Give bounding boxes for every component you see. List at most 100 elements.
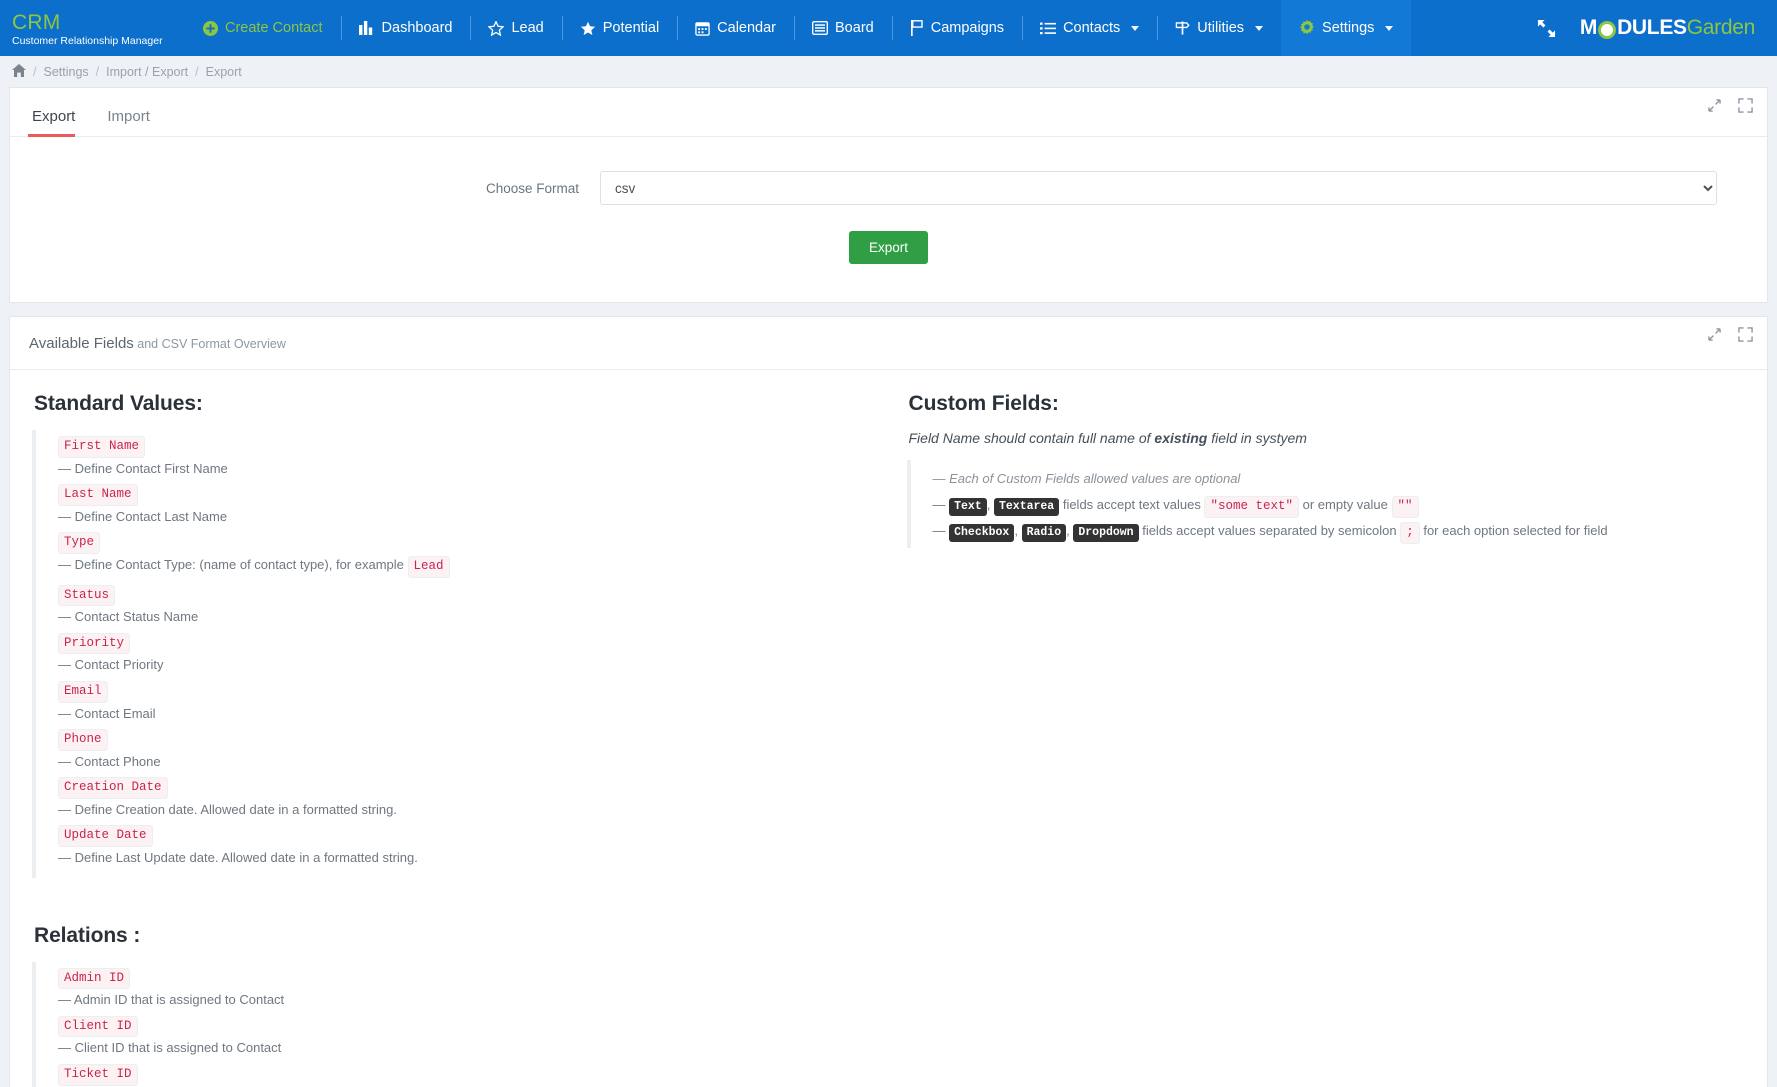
field-desc: — Define Creation date. Allowed date in … [58, 801, 889, 819]
field-desc: — Define Contact Type: (name of contact … [58, 556, 889, 578]
available-fields-panel: Available Fields and CSV Format Overview… [9, 316, 1768, 1087]
field-tag: Type [58, 532, 100, 554]
collapse-icon[interactable] [1708, 328, 1721, 341]
nav-item-campaigns[interactable]: Campaigns [892, 0, 1022, 56]
nav-item-lead[interactable]: Lead [470, 0, 561, 56]
list-item: Type — Define Contact Type: (name of con… [58, 532, 889, 577]
list-item: Update Date — Define Last Update date. A… [58, 825, 889, 866]
nav-label: Create Contact [225, 20, 323, 36]
nav-item-contacts[interactable]: Contacts [1022, 0, 1157, 56]
flag-icon [910, 20, 924, 36]
collapse-icon[interactable] [1708, 99, 1721, 112]
format-select[interactable]: csv [600, 171, 1717, 205]
logo-dules: DULES [1617, 16, 1687, 40]
field-desc: — Client ID that is assigned to Contact [58, 1039, 889, 1057]
export-form: Choose Format csv Export [10, 137, 1767, 302]
field-tag: Admin ID [58, 968, 130, 990]
type-badge-radio: Radio [1022, 524, 1067, 542]
chevron-down-icon [1385, 26, 1393, 31]
field-tag: Phone [58, 729, 108, 751]
field-tag: Last Name [58, 484, 138, 506]
breadcrumb-item-export[interactable]: Export [206, 65, 242, 79]
brand[interactable]: CRM Customer Relationship Manager [0, 0, 185, 56]
list-item: Creation Date — Define Creation date. Al… [58, 777, 889, 818]
home-icon[interactable] [12, 64, 26, 79]
list-icon [1040, 22, 1056, 35]
list-item: Priority — Contact Priority [58, 633, 889, 674]
list-item: Email — Contact Email [58, 681, 889, 722]
nav-item-utilities[interactable]: Utilities [1157, 0, 1281, 56]
nav-label: Campaigns [931, 20, 1004, 36]
fields-panel-header: Available Fields and CSV Format Overview [10, 317, 1767, 370]
type-badge-text: Text [949, 498, 987, 516]
nav-item-create-contact[interactable]: Create Contact [185, 0, 341, 56]
nav-label: Settings [1322, 20, 1374, 36]
rule-line-text: — Text, Textarea fields accept text valu… [933, 492, 1746, 518]
fullscreen-icon[interactable] [1738, 98, 1753, 113]
custom-fields-note: Field Name should contain full name of e… [909, 430, 1746, 446]
field-tag: First Name [58, 436, 145, 458]
field-desc: — Contact Phone [58, 753, 889, 771]
logo-m: M [1580, 16, 1597, 40]
chevron-down-icon [1131, 26, 1139, 31]
relations-heading: Relations : [34, 924, 889, 948]
custom-fields-column: Custom Fields: Field Name should contain… [889, 392, 1746, 1087]
signpost-icon [1175, 20, 1190, 36]
expand-arrows-icon[interactable] [1537, 19, 1556, 38]
nav-label: Potential [603, 20, 659, 36]
tab-export[interactable]: Export [28, 104, 87, 136]
breadcrumb-sep: / [33, 65, 36, 79]
nav-item-calendar[interactable]: Calendar [677, 0, 794, 56]
nav-item-settings[interactable]: Settings [1281, 0, 1411, 56]
breadcrumb-item-import-export[interactable]: Import / Export [106, 65, 188, 79]
type-badge-textarea: Textarea [994, 498, 1059, 516]
fields-panel-tools [1708, 327, 1753, 342]
star-filled-icon [580, 21, 596, 36]
example-semicolon: ; [1400, 522, 1420, 544]
list-item: Phone — Contact Phone [58, 729, 889, 770]
rule-line-optional: — Each of Custom Fields allowed values a… [933, 466, 1746, 492]
relations-list: Admin ID — Admin ID that is assigned to … [32, 962, 889, 1087]
dash: — [933, 497, 946, 512]
nav-item-potential[interactable]: Potential [562, 0, 677, 56]
nav-item-board[interactable]: Board [794, 0, 892, 56]
tab-import[interactable]: Import [103, 104, 162, 136]
comma: , [1014, 523, 1018, 538]
list-item: Status — Contact Status Name [58, 585, 889, 626]
modulesgarden-logo[interactable]: MDULESGarden [1580, 16, 1761, 40]
field-desc: — Admin ID that is assigned to Contact [58, 991, 889, 1009]
nav-label: Calendar [717, 20, 776, 36]
list-item: Ticket ID — Ticket ID that is assigned t… [58, 1064, 889, 1087]
chart-bar-icon [359, 21, 375, 35]
custom-fields-heading: Custom Fields: [909, 392, 1746, 416]
field-tag: Client ID [58, 1016, 138, 1038]
fullscreen-icon[interactable] [1738, 327, 1753, 342]
standard-values-column: Standard Values: First Name — Define Con… [32, 392, 889, 1087]
list-item: First Name — Define Contact First Name [58, 436, 889, 477]
field-desc-text: — Define Contact Type: (name of contact … [58, 557, 404, 572]
format-row: Choose Format csv [10, 171, 1767, 205]
field-tag: Priority [58, 633, 130, 655]
field-tag: Creation Date [58, 777, 168, 799]
brand-title: CRM [12, 12, 171, 34]
export-button[interactable]: Export [849, 231, 928, 264]
list-item: Last Name — Define Contact Last Name [58, 484, 889, 525]
comma: , [987, 497, 991, 512]
choose-format-label: Choose Format [10, 181, 600, 196]
nav-item-dashboard[interactable]: Dashboard [341, 0, 471, 56]
export-button-row: Export [10, 231, 1767, 264]
note-before: Field Name should contain full name of [909, 430, 1155, 446]
standard-values-heading: Standard Values: [34, 392, 889, 416]
list-item: Client ID — Client ID that is assigned t… [58, 1016, 889, 1057]
gear-icon [1299, 20, 1315, 36]
dash: — [933, 523, 946, 538]
export-panel-tools [1708, 98, 1753, 113]
field-tag: Ticket ID [58, 1064, 138, 1086]
navbar-right: MDULESGarden [1537, 0, 1777, 56]
tab-label: Import [107, 108, 150, 125]
plus-circle-icon [203, 21, 218, 36]
field-desc: — Contact Priority [58, 656, 889, 674]
format-select-wrap: csv [600, 171, 1767, 205]
breadcrumb-item-settings[interactable]: Settings [43, 65, 88, 79]
nav-label: Utilities [1197, 20, 1244, 36]
